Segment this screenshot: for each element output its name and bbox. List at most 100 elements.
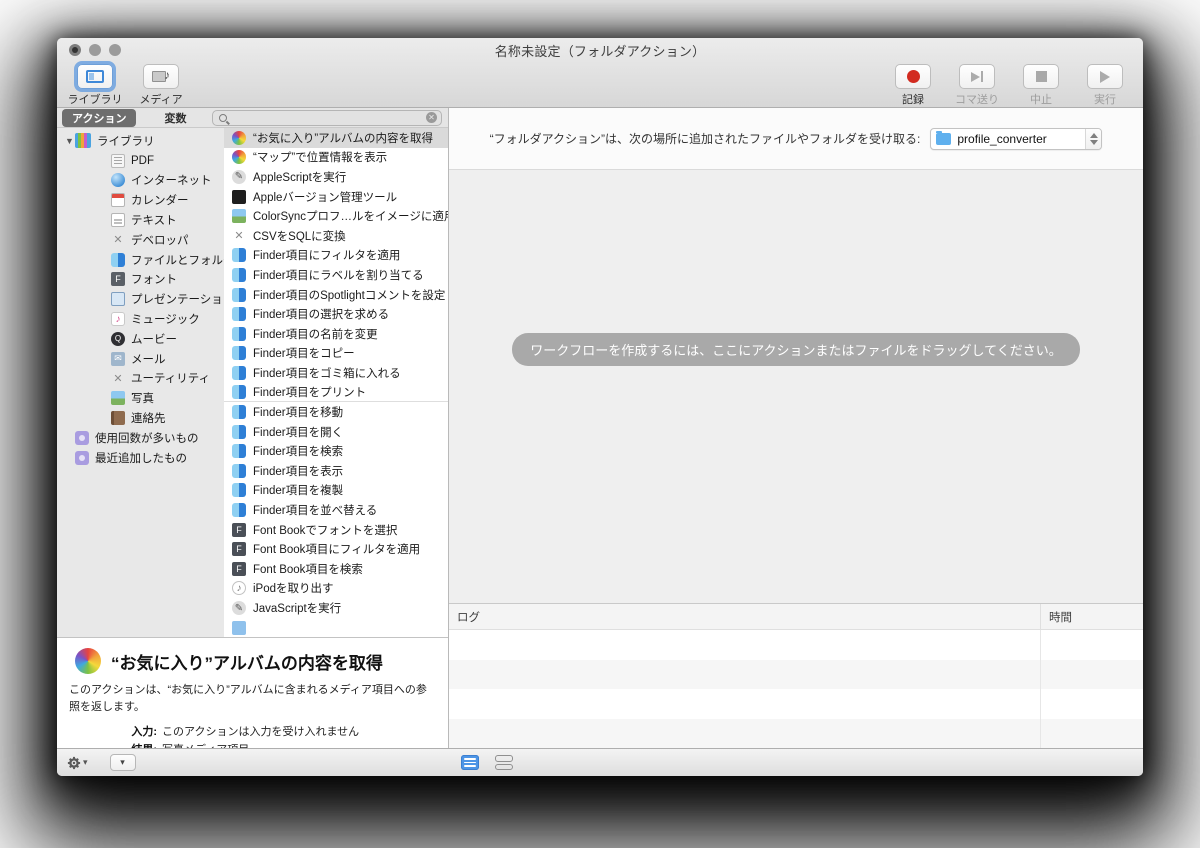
action-description-panel: “お気に入り”アルバムの内容を取得 このアクションは、“お気に入り”アルバムに含…: [57, 637, 448, 748]
sidebar-item-label: 写真: [131, 393, 154, 406]
action-item[interactable]: Finder項目の名前を変更: [224, 324, 448, 344]
sidebar-item[interactable]: 連絡先: [57, 408, 224, 428]
folder-icon: [936, 130, 952, 145]
tab-variables[interactable]: 変数: [164, 110, 186, 126]
tools-icon: [111, 371, 125, 385]
close-button[interactable]: [69, 44, 81, 56]
movie-icon: [111, 331, 125, 346]
tab-actions[interactable]: アクション: [62, 108, 137, 127]
sidebar-item[interactable]: メール: [57, 349, 224, 369]
workflow-canvas[interactable]: ワークフローを作成するには、ここにアクションまたはファイルをドラッグしてください…: [449, 170, 1143, 603]
step-button[interactable]: コマ送り: [949, 64, 1005, 107]
sidebar-item[interactable]: インターネット: [57, 171, 224, 191]
calendar-icon: [111, 193, 125, 208]
mail-icon: [111, 351, 125, 366]
action-item[interactable]: AppleScriptを実行: [224, 167, 448, 187]
record-button[interactable]: 記録: [885, 64, 941, 107]
library-sidebar: ▼ ライブラリ PDF インターネットカレンダーテキストデベロッパファイルとフォルダフ…: [57, 128, 224, 637]
run-button[interactable]: 実行: [1077, 64, 1133, 107]
action-item[interactable]: [224, 618, 448, 637]
action-item[interactable]: Finder項目をプリント: [224, 383, 448, 403]
list-view-icon[interactable]: [461, 755, 479, 770]
sidebar-item[interactable]: プレゼンテーション: [57, 289, 224, 309]
stop-button[interactable]: 中止: [1013, 64, 1069, 107]
action-item[interactable]: Finder項目の選択を求める: [224, 304, 448, 324]
folder-action-header: “フォルダアクション”は、次の場所に追加されたファイルやフォルダを受け取る: p…: [449, 108, 1143, 170]
media-button[interactable]: メディア: [133, 64, 189, 107]
sidebar-item-label: ファイルとフォルダ: [131, 254, 224, 267]
action-item[interactable]: ColorSyncプロフ…ルをイメージに適用: [224, 206, 448, 226]
action-item[interactable]: JavaScriptを実行: [224, 598, 448, 618]
sidebar-item[interactable]: 最近追加したもの: [57, 448, 224, 468]
automator-window: 名称未設定（フォルダアクション） ライブラリ メディア 記: [57, 38, 1143, 776]
action-item[interactable]: “マップ”で位置情報を表示: [224, 148, 448, 168]
panel-toggle-button[interactable]: ▾: [109, 754, 136, 771]
action-item[interactable]: Font Book項目にフィルタを適用: [224, 539, 448, 559]
window-chrome: 名称未設定（フォルダアクション） ライブラリ メディア 記: [57, 38, 1143, 108]
sidebar-item[interactable]: PDF: [57, 151, 224, 171]
fontbook-icon: [232, 522, 246, 537]
sidebar-item[interactable]: カレンダー: [57, 190, 224, 210]
sidebar-item[interactable]: テキスト: [57, 210, 224, 230]
library-button[interactable]: ライブラリ: [67, 64, 123, 107]
sidebar-item[interactable]: フォント: [57, 270, 224, 290]
action-item[interactable]: “お気に入り”アルバムの内容を取得: [224, 128, 448, 148]
log-column-header[interactable]: ログ: [449, 604, 1040, 629]
sidebar-item-label: インターネット: [131, 175, 212, 188]
smart-folder-icon: [75, 450, 89, 465]
action-item[interactable]: Finder項目を表示: [224, 461, 448, 481]
sidebar-item[interactable]: ムービー: [57, 329, 224, 349]
sidebar-item[interactable]: ユーティリティ: [57, 369, 224, 389]
time-column-header[interactable]: 時間: [1040, 604, 1143, 629]
action-item[interactable]: Finder項目にラベルを割り当てる: [224, 265, 448, 285]
minimize-button[interactable]: [89, 44, 101, 56]
text-icon: [111, 213, 125, 228]
action-item[interactable]: Finder項目を複製: [224, 481, 448, 501]
finder-icon: [232, 248, 246, 263]
search-field[interactable]: ✕: [212, 109, 442, 126]
finder-icon: [232, 463, 246, 478]
sidebar-item-label: ユーティリティ: [131, 373, 211, 386]
action-item[interactable]: Font Book項目を検索: [224, 559, 448, 579]
disclosure-triangle-icon[interactable]: ▼: [65, 136, 75, 146]
action-item[interactable]: Font Bookでフォントを選択: [224, 520, 448, 540]
description-body: このアクションは、“お気に入り”アルバムに含まれるメディア項目への参照を返します…: [69, 684, 427, 714]
desktop-stage: 名称未設定（フォルダアクション） ライブラリ メディア 記: [0, 0, 1200, 848]
action-item[interactable]: Finder項目を並べ替える: [224, 500, 448, 520]
titlebar[interactable]: 名称未設定（フォルダアクション）: [57, 38, 1143, 62]
action-item[interactable]: Finder項目にフィルタを適用: [224, 246, 448, 266]
action-item[interactable]: Finder項目のSpotlightコメントを設定: [224, 285, 448, 305]
stop-icon: [1035, 71, 1047, 82]
action-item[interactable]: Finder項目を移動: [224, 402, 448, 422]
sidebar-item[interactable]: ファイルとフォルダ: [57, 250, 224, 270]
action-item[interactable]: Finder項目を検索: [224, 442, 448, 462]
sidebar-item[interactable]: ▼ ライブラリ: [57, 131, 224, 151]
action-item[interactable]: iPodを取り出す: [224, 579, 448, 599]
action-item-label: Finder項目にフィルタを適用: [253, 250, 401, 263]
photos-pinwheel-icon: [75, 648, 101, 674]
sidebar-item[interactable]: 使用回数が多いもの: [57, 428, 224, 448]
sidebar-item[interactable]: 写真: [57, 388, 224, 408]
sidebar-item-label: 最近追加したもの: [95, 452, 187, 465]
action-item[interactable]: CSVをSQLに変換: [224, 226, 448, 246]
action-item[interactable]: Appleバージョン管理ツール: [224, 187, 448, 207]
photo-icon: [111, 391, 125, 406]
sidebar-item[interactable]: デベロッパ: [57, 230, 224, 250]
folder-select-dropdown[interactable]: profile_converter: [930, 127, 1103, 150]
sidebar-item[interactable]: ミュージック: [57, 309, 224, 329]
zoom-button[interactable]: [109, 44, 121, 56]
search-input[interactable]: [227, 111, 426, 124]
finder-icon: [232, 424, 246, 439]
panes-view-icon[interactable]: [495, 755, 513, 770]
action-item-label: ColorSyncプロフ…ルをイメージに適用: [253, 211, 448, 224]
action-menu-button[interactable]: ▾: [67, 756, 88, 770]
sidebar-item-label: ムービー: [131, 333, 177, 346]
ipod-icon: [232, 581, 246, 596]
action-item[interactable]: Finder項目をゴミ箱に入れる: [224, 363, 448, 383]
action-item[interactable]: Finder項目をコピー: [224, 344, 448, 364]
action-item[interactable]: Finder項目を開く: [224, 422, 448, 442]
clear-search-icon[interactable]: ✕: [426, 112, 437, 123]
gear-icon: [67, 756, 81, 769]
library-icon: [75, 133, 91, 149]
finder-icon: [232, 267, 246, 282]
